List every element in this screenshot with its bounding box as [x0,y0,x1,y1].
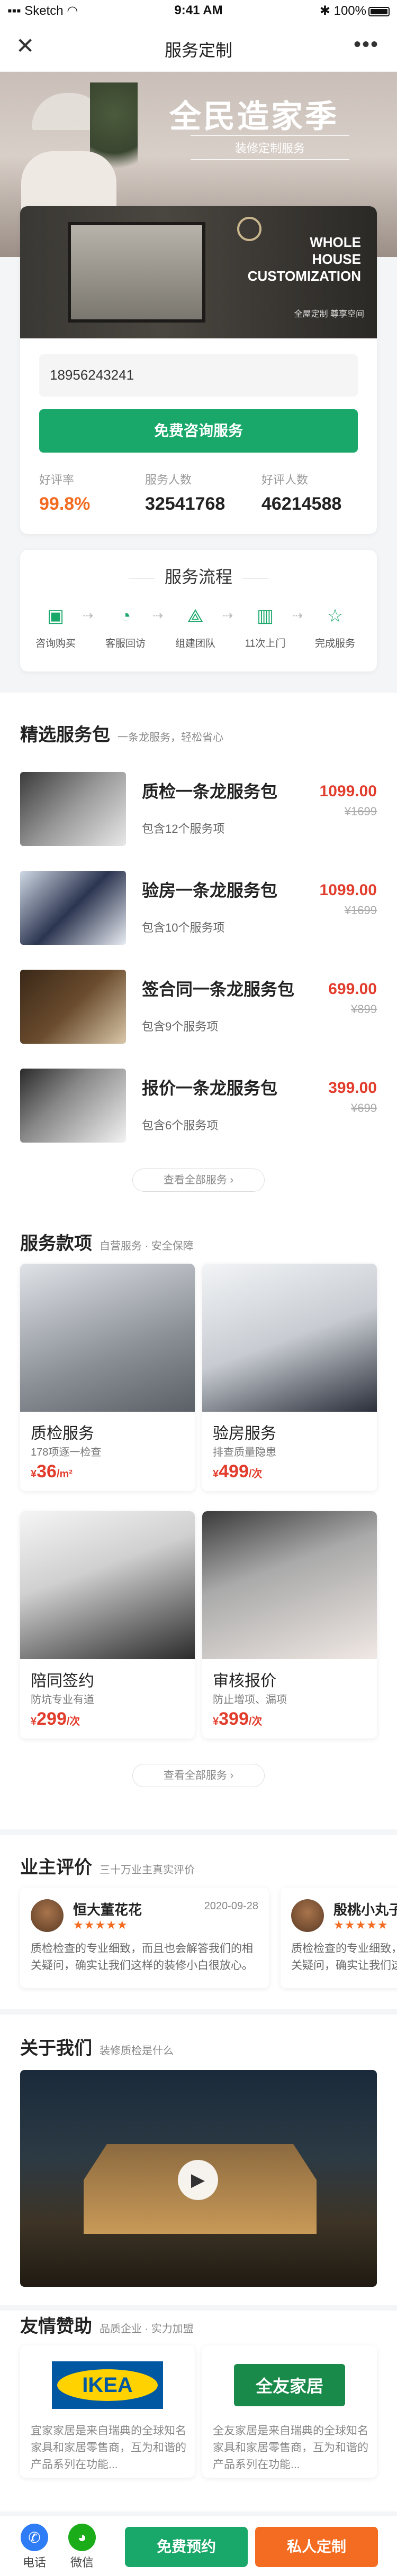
hero-title: 全民造家季 [169,99,339,134]
status-bar: ▪▪▪ Sketch ◠ 9:41 AM ✱ 100% [0,0,397,21]
star-icon: ☆ [327,606,344,626]
step-callback: ◔ 客服回访 [96,603,155,650]
package-item[interactable]: 质检一条龙服务包 包含12个服务项 1099.00 ¥1699 [20,772,377,846]
hero-subtitle: 装修定制服务 [191,135,349,160]
sponsor-card[interactable]: 全友家居 全友家居是来自瑞典的全球知名家具和家居零售商，互为和谐的产品系列在功能… [202,2345,377,2478]
step-consult: ▣ 咨询购买 [26,603,85,650]
step-done: ☆ 完成服务 [306,603,364,650]
free-booking-button[interactable]: 免费预约 [125,2527,248,2567]
package-image [20,970,126,1044]
phone-icon: ✆ [21,2524,48,2551]
battery-indicator: ✱ 100% [320,3,390,19]
about-title: 关于我们 装修质检是什么 [20,2038,174,2058]
review-card: 恒大董花花 ★★★★★ 2020-09-28 质检检查的专业细致，而且也会解答我… [20,1888,269,1988]
view-all-packages-button[interactable]: 查看全部服务 › [132,1169,265,1192]
service-card[interactable]: 审核报价 防止增项、漏项 ¥399/次 [202,1511,377,1738]
sponsors-title: 友情赞助 品质企业 · 实力加盟 [20,2316,194,2336]
arrow-icon: ⇢ [152,609,164,623]
step-visits: ▥ 11次上门 [236,603,294,650]
banner-room-image [68,222,205,323]
phone-button[interactable]: ✆ 电话 [16,2524,53,2570]
service-card[interactable]: 质检服务 178项逐一检查 ¥36/m² [20,1264,195,1491]
view-all-services-button[interactable]: 查看全部服务 › [132,1764,265,1787]
nav-bar: ✕ 服务定制 ••• [0,21,397,72]
private-custom-button[interactable]: 私人定制 [255,2527,378,2567]
rating-stars: ★★★★★ [73,1918,128,1931]
arrow-icon: ⇢ [222,609,233,623]
package-image [20,871,126,945]
service-image [202,1511,377,1659]
review-card: 殷桃小丸子 ★★★★★ 质检检查的专业细致，而且也会解答我们的相关疑问，确实让我… [281,1888,397,1988]
arrow-icon: ⇢ [83,609,94,623]
service-image [20,1511,195,1659]
packages-section: 精选服务包 一条龙服务，轻松省心 质检一条龙服务包 包含12个服务项 1099.0… [0,693,397,1227]
sponsors-section: 友情赞助 品质企业 · 实力加盟 IKEA 宜家家居是来自瑞典的全球知名家具和家居… [0,2311,397,2511]
wechat-button[interactable]: ◕ 微信 [64,2524,101,2570]
phone-input[interactable]: 18956243241 [39,354,358,397]
reviews-title: 业主评价 三十万业主真实评价 [20,1857,195,1878]
packages-title: 精选服务包 一条龙服务，轻松省心 [20,725,223,745]
battery-icon [368,6,390,16]
stat-rating: 好评率 99.8% [39,473,91,514]
package-item[interactable]: 签合同一条龙服务包 包含9个服务项 699.00 ¥899 [20,970,377,1044]
service-image [202,1264,377,1412]
service-card[interactable]: 陪同签约 防坑专业有道 ¥299/次 [20,1511,195,1738]
page-title: 服务定制 [164,41,232,60]
process-card: 服务流程 ▣ 咨询购买 ⇢ ◔ 客服回访 ⇢ ⟁ 组建团队 ⇢ ▥ 11次上门 ⇢ ☆ 完… [20,550,377,671]
avatar [31,1899,64,1932]
package-image [20,1069,126,1143]
play-icon[interactable]: ▶ [178,2160,218,2200]
banner-tag: 全屋定制 尊享空间 [294,310,364,319]
package-image [20,772,126,846]
ikea-logo: IKEA [31,2356,184,2414]
team-icon: ⟁ [187,605,204,626]
stat-served: 服务人数 32541768 [145,473,225,514]
package-item[interactable]: 报价一条龙服务包 包含6个服务项 399.00 ¥699 [20,1069,377,1143]
chat-icon: ◔ [120,605,131,626]
quanyou-logo: 全友家居 [213,2356,366,2414]
reviews-section: 业主评价 三十万业主真实评价 恒大董花花 ★★★★★ 2020-09-28 质检检… [0,1835,397,2009]
avatar [291,1899,324,1932]
bottom-action-bar: ✆ 电话 ◕ 微信 免费预约 私人定制 [0,2516,397,2576]
step-team: ⟁ 组建团队 [166,603,224,650]
stat-praised: 好评人数 46214588 [261,473,342,514]
wallet-icon: ▣ [47,606,65,626]
more-icon[interactable]: ••• [354,33,379,57]
about-video[interactable]: ▶ [20,2070,377,2287]
package-item[interactable]: 验房一条龙服务包 包含10个服务项 1099.00 ¥1699 [20,871,377,945]
sponsor-card[interactable]: IKEA 宜家家居是来自瑞典的全球知名家具和家居零售商，互为和谐的产品系列在功能… [20,2345,195,2478]
services-section: 服务款项 自营服务 · 安全保障 质检服务 178项逐一检查 ¥36/m² 验房服… [0,1227,397,1829]
wechat-icon: ◕ [68,2524,96,2551]
building-icon: ▥ [256,606,274,626]
service-image [20,1264,195,1412]
customize-card: WHOLE HOUSE CUSTOMIZATION 全屋定制 尊享空间 18956… [20,206,377,534]
services-title: 服务款项 自营服务 · 安全保障 [20,1234,194,1254]
rating-stars: ★★★★★ [333,1918,389,1931]
process-title: 服务流程 [20,564,377,588]
arrow-icon: ⇢ [292,609,303,623]
banner-title: WHOLE HOUSE CUSTOMIZATION [247,234,361,284]
customize-banner: WHOLE HOUSE CUSTOMIZATION 全屋定制 尊享空间 [20,206,377,338]
free-consult-button[interactable]: 免费咨询服务 [39,409,358,453]
service-card[interactable]: 验房服务 排查质量隐患 ¥499/次 [202,1264,377,1491]
